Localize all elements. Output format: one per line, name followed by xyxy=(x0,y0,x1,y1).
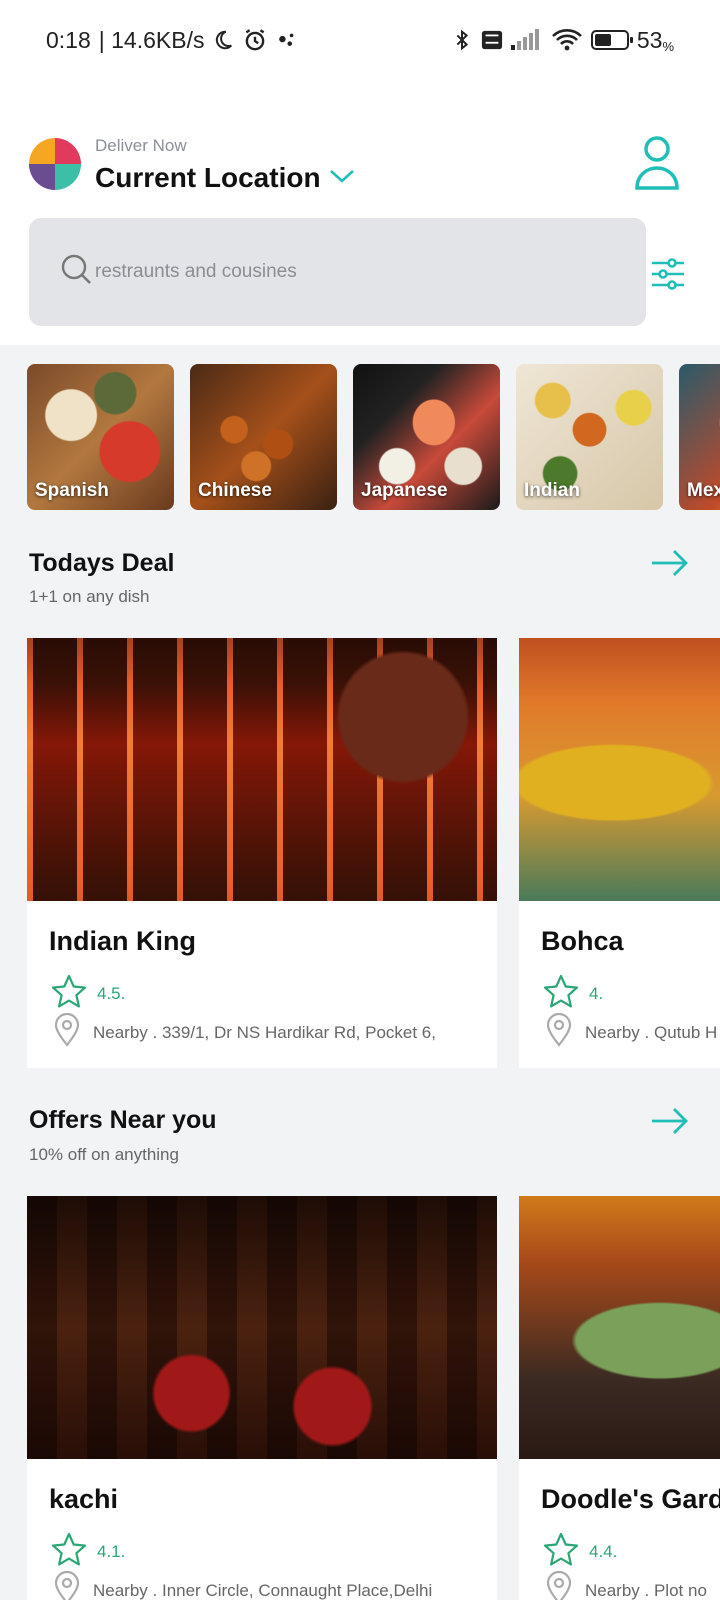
alarm-icon xyxy=(242,27,268,53)
arrow-right-icon[interactable] xyxy=(650,1106,690,1141)
location-pin-icon xyxy=(545,1570,573,1600)
cuisine-label: Chinese xyxy=(198,480,272,501)
battery-icon xyxy=(590,30,633,50)
cuisine-indian[interactable]: Indian xyxy=(516,364,663,510)
moon-icon xyxy=(212,29,234,51)
chevron-down-icon[interactable] xyxy=(327,166,357,191)
restaurant-rating: 4.1. xyxy=(51,1532,125,1571)
battery-percent: 53% xyxy=(636,26,674,54)
address-text: Nearby . Inner Circle, Connaught Place,D… xyxy=(93,1580,433,1600)
rating-value: 4. xyxy=(589,983,604,1003)
restaurant-card[interactable]: Bohca 4. Nearby . Qutub H xyxy=(519,638,720,1068)
cuisine-label: Japanese xyxy=(361,480,448,501)
restaurant-name: Doodle's Garde xyxy=(541,1484,720,1514)
location-pin-icon xyxy=(53,1570,81,1600)
cuisine-spanish[interactable]: Spanish xyxy=(27,364,174,510)
dots-icon xyxy=(276,29,298,51)
wifi-icon xyxy=(551,28,583,52)
search-input[interactable] xyxy=(95,261,575,283)
cuisine-mexican[interactable]: Mex xyxy=(679,364,720,510)
search-bar[interactable] xyxy=(29,218,646,326)
filter-icon[interactable] xyxy=(650,258,686,295)
star-icon xyxy=(51,1532,87,1571)
rating-value: 4.1. xyxy=(97,1541,126,1561)
location-title: Current Location xyxy=(95,162,321,193)
restaurant-card[interactable]: Indian King 4.5. Nearby . 339/1, Dr NS H… xyxy=(27,638,497,1068)
restaurant-image xyxy=(27,638,497,901)
search-icon xyxy=(61,254,93,291)
cuisine-carousel[interactable]: Spanish Chinese Japanese Indian Mex xyxy=(27,364,720,512)
profile-icon[interactable] xyxy=(634,134,680,197)
address-text: Nearby . Qutub H xyxy=(585,1022,718,1042)
offers-carousel[interactable]: kachi 4.1. Nearby . Inner Circle, Connau… xyxy=(27,1196,720,1600)
restaurant-name: kachi xyxy=(49,1484,119,1514)
status-time: 0:18 xyxy=(46,26,91,53)
status-speed: | 14.6KB/s xyxy=(98,26,205,53)
restaurant-rating: 4.5. xyxy=(51,974,125,1013)
restaurant-address: Nearby . Plot no xyxy=(545,1570,707,1600)
star-icon xyxy=(543,974,579,1013)
restaurant-card[interactable]: Doodle's Garde 4.4. Nearby . Plot no xyxy=(519,1196,720,1600)
location-selector[interactable]: Current Location xyxy=(95,162,357,194)
cuisine-label: Indian xyxy=(524,480,580,501)
arrow-right-icon[interactable] xyxy=(650,548,690,583)
section-subtitle-todays-deal: 1+1 on any dish xyxy=(29,587,150,606)
bluetooth-icon xyxy=(451,27,473,53)
address-text: Nearby . Plot no xyxy=(585,1580,707,1600)
location-pin-icon xyxy=(53,1012,81,1052)
avatar[interactable] xyxy=(29,138,81,190)
section-title-offers: Offers Near you xyxy=(29,1106,217,1134)
restaurant-address: Nearby . 339/1, Dr NS Hardikar Rd, Pocke… xyxy=(53,1012,436,1052)
volte-icon xyxy=(481,29,503,51)
address-text: Nearby . 339/1, Dr NS Hardikar Rd, Pocke… xyxy=(93,1022,436,1042)
status-bar: 0:18 | 14.6KB/s 53% xyxy=(0,0,720,80)
cuisine-japanese[interactable]: Japanese xyxy=(353,364,500,510)
star-icon xyxy=(543,1532,579,1571)
restaurant-rating: 4. xyxy=(543,974,603,1013)
restaurant-image xyxy=(519,1196,720,1459)
cuisine-chinese[interactable]: Chinese xyxy=(190,364,337,510)
restaurant-address: Nearby . Qutub H xyxy=(545,1012,718,1052)
app-header: Deliver Now Current Location xyxy=(0,80,720,345)
deliver-now-label: Deliver Now xyxy=(95,136,187,155)
rating-value: 4.5. xyxy=(97,983,126,1003)
restaurant-name: Indian King xyxy=(49,926,196,956)
cuisine-label: Spanish xyxy=(35,480,109,501)
todays-deal-carousel[interactable]: Indian King 4.5. Nearby . 339/1, Dr NS H… xyxy=(27,638,720,1068)
restaurant-image xyxy=(519,638,720,901)
restaurant-image xyxy=(27,1196,497,1459)
rating-value: 4.4. xyxy=(589,1541,618,1561)
section-subtitle-offers: 10% off on anything xyxy=(29,1145,179,1164)
restaurant-address: Nearby . Inner Circle, Connaught Place,D… xyxy=(53,1570,433,1600)
restaurant-rating: 4.4. xyxy=(543,1532,617,1571)
cuisine-label: Mex xyxy=(687,480,720,501)
restaurant-card[interactable]: kachi 4.1. Nearby . Inner Circle, Connau… xyxy=(27,1196,497,1600)
restaurant-name: Bohca xyxy=(541,926,624,956)
signal-icon xyxy=(510,29,543,51)
star-icon xyxy=(51,974,87,1013)
location-pin-icon xyxy=(545,1012,573,1052)
section-title-todays-deal: Todays Deal xyxy=(29,549,175,577)
